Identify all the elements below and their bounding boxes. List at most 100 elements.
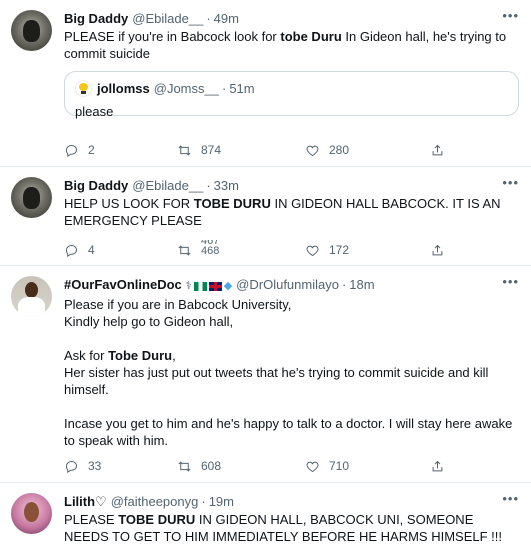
heart-icon [306, 245, 319, 256]
timestamp[interactable]: 49m [214, 10, 239, 27]
quote-timestamp: 51m [229, 80, 255, 96]
retweet-button[interactable]: 608 [177, 459, 221, 474]
tweet[interactable]: ••• Lilith♡ @faitheeponyg · 19m PLEASE T… [0, 483, 531, 553]
author-handle[interactable]: @DrOlufunmilayo [236, 276, 339, 293]
tweet-text: PLEASE if you're in Babcock look for tob… [64, 28, 519, 62]
like-count: 172 [329, 243, 350, 257]
tweet-line: Her sister has just put out tweets that … [64, 365, 489, 397]
tweet-text-part: , [172, 348, 176, 363]
like-count: 280 [329, 143, 350, 157]
tweet-text-part: PLEASE [64, 512, 119, 527]
tweet-header: Big Daddy @Ebilade__ · 49m [64, 10, 519, 27]
share-button[interactable] [430, 243, 445, 258]
separator: · [341, 277, 347, 292]
retweet-count: 608 [201, 459, 222, 473]
uk-flag-icon [208, 282, 222, 291]
avatar[interactable] [11, 177, 52, 218]
tweet-line: Kindly help go to Gideon hall, [64, 314, 234, 329]
avatar[interactable] [11, 10, 52, 51]
reply-icon [65, 144, 78, 157]
tweet-text-part: PLEASE if you're in Babcock look for [64, 29, 281, 44]
retweet-count-animating: 467 468 [201, 240, 219, 260]
stethoscope-icon: ⚕ [185, 280, 192, 292]
more-options-icon[interactable]: ••• [502, 9, 519, 22]
tweet-header: #OurFavOnlineDoc ⚕ ◆ @DrOlufunmilayo · 1… [64, 276, 519, 295]
separator: · [201, 494, 206, 509]
reply-button[interactable]: 33 [64, 459, 101, 474]
retweet-button[interactable]: 467 468 [177, 240, 219, 260]
more-options-icon[interactable]: ••• [502, 275, 519, 288]
reply-button[interactable]: 2 [64, 143, 95, 158]
share-icon [432, 460, 443, 471]
tweet-header: Lilith♡ @faitheeponyg · 19m [64, 493, 519, 510]
tweet-actions: 4 467 468 172 [64, 240, 531, 260]
quote-text: please [75, 104, 114, 119]
retweet-button[interactable]: 874 [177, 143, 221, 158]
tweet-line: Please if you are in Babcock University, [64, 297, 292, 312]
quote-author-name: jollomss [97, 80, 150, 96]
retweet-icon [178, 144, 191, 156]
tweet-text-bold: TOBE DURU [193, 196, 271, 211]
heart-icon [306, 461, 319, 472]
tweet-actions: 2 874 280 [64, 140, 531, 160]
retweet-count: 874 [201, 143, 222, 157]
tweet-text-part: Ask for [64, 348, 109, 363]
share-icon [432, 144, 443, 155]
timestamp[interactable]: 18m [349, 276, 374, 293]
tweet-text: PLEASE TOBE DURU IN GIDEON HALL, BABCOCK… [64, 511, 519, 545]
separator: · [206, 178, 211, 193]
gem-icon: ◆ [223, 280, 233, 292]
tweet-text-bold: Tobe Duru [108, 348, 173, 363]
quoted-tweet[interactable]: jollomss @Jomss__ · 51m please [64, 71, 519, 119]
reply-count: 4 [88, 243, 95, 257]
tweet-text-part: HELP US LOOK FOR [64, 196, 194, 211]
tweet[interactable]: ••• #OurFavOnlineDoc ⚕ ◆ @DrOlufunmilayo… [0, 266, 531, 483]
name-badges: ⚕ ◆ [186, 278, 232, 295]
tweet[interactable]: ••• Big Daddy @Ebilade__ · 33m HELP US L… [0, 167, 531, 266]
tweet-actions: 33 608 710 [64, 456, 531, 476]
author-handle[interactable]: @Ebilade__ [132, 177, 203, 194]
avatar[interactable] [11, 276, 52, 317]
quote-header: jollomss @Jomss__ · 51m [75, 80, 508, 97]
tweet-header: Big Daddy @Ebilade__ · 33m [64, 177, 519, 194]
quote-avatar [75, 80, 92, 97]
tweet-text: HELP US LOOK FOR TOBE DURU IN GIDEON HAL… [64, 195, 519, 229]
share-button[interactable] [430, 143, 445, 158]
retweet-icon [178, 460, 191, 472]
more-options-icon[interactable]: ••• [502, 176, 519, 189]
author-handle[interactable]: @Ebilade__ [132, 10, 203, 27]
reply-count: 33 [88, 459, 102, 473]
avatar[interactable] [11, 493, 52, 534]
like-count: 710 [329, 459, 350, 473]
author-name[interactable]: #OurFavOnlineDoc [64, 276, 182, 293]
like-button[interactable]: 172 [305, 243, 349, 258]
more-options-icon[interactable]: ••• [502, 492, 519, 505]
tweet-text-bold: tobe Duru [280, 29, 342, 44]
share-button[interactable] [430, 459, 445, 474]
lightbulb-icon [79, 83, 88, 94]
reply-icon [65, 460, 78, 473]
quote-author-handle: @Jomss__ [153, 80, 219, 96]
tweet-text-bold: TOBE DURU [118, 512, 196, 527]
reply-button[interactable]: 4 [64, 243, 95, 258]
separator: · [221, 80, 227, 96]
retweet-icon [178, 244, 191, 256]
author-name[interactable]: Lilith♡ [64, 493, 107, 510]
nigeria-flag-icon [193, 282, 207, 291]
author-name[interactable]: Big Daddy [64, 177, 128, 194]
reply-icon [65, 244, 78, 257]
author-name[interactable]: Big Daddy [64, 10, 128, 27]
heart-icon [306, 145, 319, 156]
timestamp[interactable]: 33m [214, 177, 239, 194]
like-button[interactable]: 280 [305, 143, 349, 158]
tweet[interactable]: ••• Big Daddy @Ebilade__ · 49m PLEASE if… [0, 0, 531, 167]
author-handle[interactable]: @faitheeponyg [111, 493, 199, 510]
timestamp[interactable]: 19m [209, 493, 234, 510]
separator: · [206, 11, 211, 26]
retweet-count-new: 468 [201, 245, 220, 257]
tweet-line: Ask for Tobe Duru, [64, 347, 513, 364]
like-button[interactable]: 710 [305, 459, 349, 474]
share-icon [432, 244, 443, 255]
tweet-line: Incase you get to him and he's happy to … [64, 416, 513, 448]
reply-count: 2 [88, 143, 95, 157]
